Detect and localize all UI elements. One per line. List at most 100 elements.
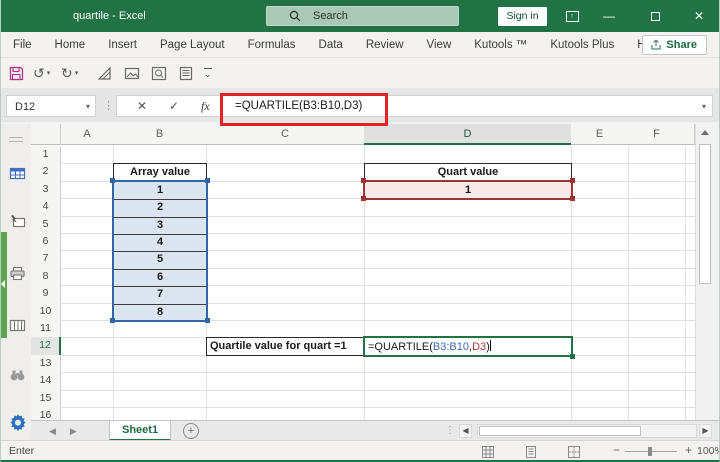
cell-A9[interactable] [61,285,114,304]
flash-button[interactable] [8,214,26,234]
cell-C4[interactable] [206,198,365,217]
row-header-1[interactable]: 1 [31,146,61,165]
ribbon-tab-insert[interactable]: Insert [108,32,137,58]
cell-G10[interactable] [685,303,695,321]
horizontal-scrollbar[interactable] [477,424,697,438]
row-header-6[interactable]: 6 [31,233,61,252]
ribbon-tab-page-layout[interactable]: Page Layout [160,32,225,58]
cell-C11[interactable] [206,320,365,339]
share-button[interactable]: Share [642,35,707,55]
cell-F4[interactable] [628,198,686,217]
cell-G1[interactable] [685,146,695,165]
enter-formula-button[interactable]: ✓ [169,96,179,117]
range-handle[interactable] [361,177,366,183]
cell-D10[interactable] [364,302,572,321]
name-box-dropdown-icon[interactable]: ▾ [86,96,90,118]
cell-E2[interactable] [571,163,629,182]
name-box[interactable]: D12 ▾ [6,95,96,117]
cell-G7[interactable] [685,250,695,269]
close-button[interactable]: ✕ [685,0,713,32]
page-break-view-button[interactable] [568,445,580,458]
cell-F8[interactable] [628,267,686,287]
cell-A15[interactable] [61,389,114,408]
col-header-F[interactable]: F [628,124,686,145]
cell-C16[interactable] [206,407,365,420]
cell-C13[interactable] [206,354,365,374]
cell-G9[interactable] [685,285,695,304]
cell-A10[interactable] [61,302,114,321]
cell-B12[interactable] [113,337,207,356]
cell-A7[interactable] [61,250,114,269]
cell-D14[interactable] [364,372,572,391]
col-header-A[interactable]: A [61,124,114,145]
cell-F12[interactable] [628,337,686,356]
cell-F15[interactable] [628,389,686,408]
cell-E15[interactable] [571,389,629,408]
zoom-in-button[interactable]: + [685,441,692,460]
cell-E7[interactable] [571,250,629,269]
ribbon-tab-file[interactable]: File [13,32,32,58]
cell-D6[interactable] [364,233,572,252]
cell-B16[interactable] [113,407,207,420]
col-header-E[interactable]: E [571,124,629,145]
col-header-D[interactable]: D [364,124,572,145]
ribbon-tab-data[interactable]: Data [319,32,343,58]
cell-F5[interactable] [628,215,686,234]
add-sheet-button[interactable]: + [183,423,199,439]
cell-C9[interactable] [206,285,365,304]
zoom-level[interactable]: 100% [697,441,719,460]
cell-G11[interactable] [685,320,695,339]
customize-qat-button[interactable]: ⌄ [204,58,212,88]
cell-A16[interactable] [61,407,114,420]
cell-D4[interactable] [364,198,572,217]
redo-button[interactable]: ↻ ▾ [61,58,78,88]
columns-button[interactable] [8,318,26,338]
cell-B15[interactable] [113,389,207,408]
preview-button[interactable] [151,58,167,88]
cell-G5[interactable] [685,216,695,234]
cell-G15[interactable] [685,390,695,408]
search-input[interactable]: Search [266,6,459,26]
cell-A2[interactable] [61,163,114,182]
range-handle[interactable] [570,196,575,202]
horizontal-scroll-thumb[interactable] [479,426,641,436]
row-header-16[interactable]: 16 [31,407,61,420]
range-handle[interactable] [570,177,575,183]
cell-C1[interactable] [206,146,365,165]
cell-D16[interactable] [364,407,572,420]
cell-A12[interactable] [61,337,114,356]
cell-E6[interactable] [571,233,629,252]
cell-B1[interactable] [113,146,207,165]
row-header-3[interactable]: 3 [31,180,61,200]
row-header-13[interactable]: 13 [31,354,61,374]
cell-A4[interactable] [61,198,114,217]
cell-G6[interactable] [685,233,695,252]
zoom-out-button[interactable]: − [613,441,620,460]
cell-F16[interactable] [628,407,686,420]
vertical-scroll-thumb[interactable] [699,144,711,284]
cell-A14[interactable] [61,372,114,391]
setsquare-button[interactable] [97,58,113,88]
sign-in-button[interactable]: Sign in [498,7,547,26]
cell-C7[interactable] [206,250,365,269]
picture-button[interactable] [124,58,140,88]
cell-C6[interactable] [206,233,365,252]
cell-C10[interactable] [206,302,365,321]
cell-A6[interactable] [61,233,114,252]
cell-A13[interactable] [61,354,114,374]
cell-E14[interactable] [571,372,629,391]
cell-C3[interactable] [206,180,365,200]
vertical-scrollbar[interactable] [695,124,713,420]
navigation-pane-toggle[interactable] [1,232,7,338]
cell-A5[interactable] [61,215,114,234]
cell-F14[interactable] [628,372,686,391]
cell-D7[interactable] [364,250,572,269]
cell-F1[interactable] [628,146,686,165]
cell-C15[interactable] [206,389,365,408]
cell-A1[interactable] [61,146,114,165]
ribbon-tab-kutools[interactable]: Kutools ™ [474,32,527,58]
cell-G13[interactable] [685,355,695,374]
cell-D9[interactable] [364,285,572,304]
cell-F13[interactable] [628,354,686,374]
cell-c12-label[interactable]: Quartile value for quart =1 [206,337,365,356]
